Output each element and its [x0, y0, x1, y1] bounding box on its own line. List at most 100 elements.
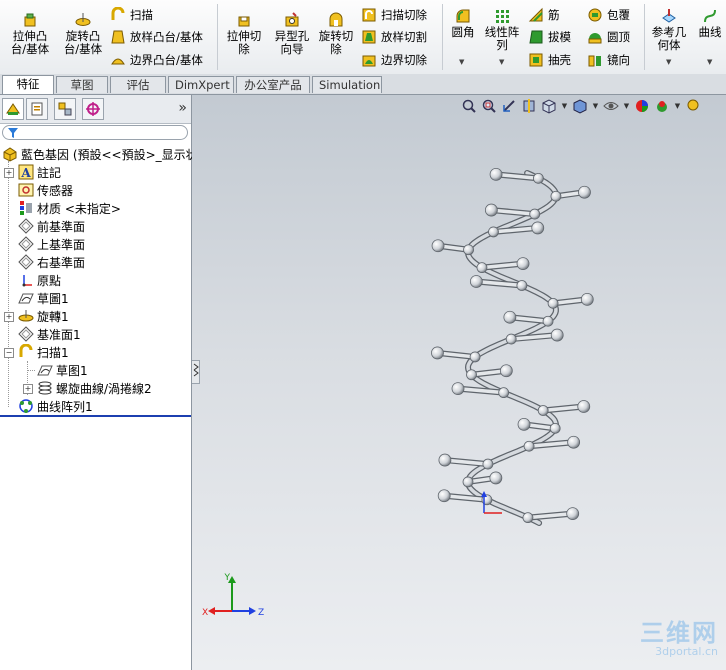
sweep-button[interactable]: 扫描 — [110, 6, 153, 24]
sweep-label: 扫描 — [130, 8, 153, 22]
tree-item-label: 曲线阵列1 — [37, 399, 93, 414]
helix-end-ball — [550, 328, 564, 342]
helix-model-view[interactable] — [192, 95, 726, 670]
helix-node-ball — [522, 512, 534, 524]
dome-button[interactable]: 圆顶 — [587, 28, 630, 46]
tree-item-sketch1[interactable]: 草圖1 — [18, 289, 69, 307]
sweep-icon — [19, 344, 33, 357]
helix-node-ball — [532, 172, 544, 184]
graphics-area[interactable]: ▼ ▼ ▼ ▼ Y X Z 三维网 3dportal.cn — [192, 95, 726, 670]
tree-item-origin[interactable]: 原點 — [18, 271, 61, 289]
helix-node-ball — [498, 387, 510, 399]
reference-triad[interactable]: Y X Z — [202, 573, 272, 633]
chevron-down-icon[interactable]: ▼ — [499, 58, 504, 66]
mirror-button[interactable]: 镜向 — [587, 51, 630, 69]
lofted-cut-label: 放样切割 — [381, 30, 427, 44]
boundary-cut-icon — [362, 55, 376, 67]
extrude-boss-icon — [24, 13, 36, 27]
helix-node-ball — [537, 405, 549, 416]
helix-node-ball — [505, 333, 517, 345]
plane-icon — [18, 218, 34, 234]
wrap-button[interactable]: 包覆 — [587, 6, 630, 24]
helix-end-ball — [431, 239, 445, 253]
tab-dimxpert-manager[interactable] — [82, 98, 104, 120]
tree-item-curve-pattern1[interactable]: 曲线阵列1 — [18, 397, 93, 415]
plane-icon — [18, 236, 34, 252]
expand-panel-button[interactable]: » — [178, 100, 187, 116]
tree-filter-input[interactable] — [2, 125, 188, 140]
tab-dimxpert[interactable]: DimXpert — [168, 76, 234, 93]
tree-item-front-plane[interactable]: 前基準面 — [18, 217, 85, 235]
triad-z-arrow — [249, 607, 256, 615]
helix-end-ball — [516, 257, 530, 271]
hole-wizard-button[interactable]: 异型孔 向导 — [270, 12, 314, 56]
swept-cut-label: 扫描切除 — [381, 8, 427, 22]
linear-pattern-button[interactable]: 线性阵 列 — [482, 8, 522, 52]
tree-item-top-plane[interactable]: 上基準面 — [18, 235, 85, 253]
boundary-cut-button[interactable]: 边界切除 — [361, 51, 427, 69]
helix-node-ball — [547, 297, 559, 309]
tree-item-right-plane[interactable]: 右基準面 — [18, 253, 85, 271]
loft-label: 放样凸台/基体 — [130, 30, 203, 44]
tab-configuration-manager[interactable] — [54, 98, 76, 120]
swept-cut-button[interactable]: 扫描切除 — [361, 6, 427, 24]
swept-cut-icon — [362, 8, 376, 22]
tree-item-plane1[interactable]: 基准面1 — [18, 325, 81, 343]
tab-evaluate[interactable]: 评估 — [110, 76, 166, 93]
draft-button[interactable]: 拔模 — [528, 28, 571, 46]
tree-expand-toggle[interactable]: + — [4, 168, 14, 178]
tab-features[interactable]: 特征 — [2, 75, 54, 94]
triad-y-label: Y — [224, 573, 231, 583]
tree-expand-toggle[interactable]: + — [4, 312, 14, 322]
dome-icon — [588, 33, 602, 44]
boundary-boss-button[interactable]: 边界凸台/基体 — [110, 51, 203, 69]
tree-item-label: 材质 <未指定> — [37, 201, 121, 216]
property-icon — [31, 102, 43, 116]
revolve-icon — [18, 310, 34, 322]
wrap-icon — [588, 8, 602, 22]
tree-item-label: 传感器 — [37, 183, 74, 198]
tab-feature-manager[interactable] — [2, 98, 24, 120]
fillet-button[interactable]: 圆角 — [446, 8, 480, 39]
tree-item-label: 原點 — [37, 273, 62, 288]
chevron-down-icon[interactable]: ▼ — [459, 58, 464, 66]
tab-office-products[interactable]: 办公室产品 — [236, 76, 310, 93]
lofted-cut-button[interactable]: 放样切割 — [361, 28, 427, 46]
chevron-down-icon[interactable]: ▼ — [707, 58, 712, 66]
rib-button[interactable]: 筋 — [528, 6, 560, 24]
helix-node-ball — [549, 422, 561, 434]
curves-button[interactable]: 曲线 — [694, 8, 726, 39]
tree-item-sweep1[interactable]: 扫描1 — [18, 343, 69, 361]
tree-item-helix2[interactable]: 螺旋曲線/渦捲線2 — [37, 379, 152, 397]
reference-geometry-icon — [662, 9, 676, 23]
curves-icon — [704, 9, 716, 23]
helix-end-ball — [489, 471, 503, 485]
extrude-boss-button[interactable]: 拉伸凸 台/基体 — [8, 12, 52, 56]
tree-item-annotations[interactable]: A 註記 — [18, 163, 61, 181]
draft-label: 拔模 — [548, 30, 571, 44]
revolve-cut-button[interactable]: 旋转切 除 — [316, 12, 356, 56]
tab-property-manager[interactable] — [26, 98, 48, 120]
site-watermark: 三维网 3dportal.cn — [626, 620, 718, 660]
triad-x-label: X — [202, 608, 208, 618]
revolve-boss-button[interactable]: 旋转凸 台/基体 — [60, 12, 106, 56]
tree-root-part[interactable]: 藍色基因 (預設<<預設>_显示状 — [2, 145, 198, 163]
tree-expand-toggle[interactable]: + — [23, 384, 33, 394]
rollback-bar[interactable] — [0, 415, 191, 417]
tree-collapse-toggle[interactable]: − — [4, 348, 14, 358]
chevron-down-icon[interactable]: ▼ — [666, 58, 671, 66]
tree-item-material[interactable]: 材质 <未指定> — [18, 199, 121, 217]
loft-button[interactable]: 放样凸台/基体 — [110, 28, 203, 46]
feature-tree-icon — [6, 103, 20, 115]
revolve-boss-label: 旋转凸 台/基体 — [63, 29, 103, 56]
tree-item-revolve1[interactable]: 旋轉1 — [18, 307, 69, 325]
tree-item-sensors[interactable]: 传感器 — [18, 181, 73, 199]
helix-end-ball — [517, 417, 531, 431]
shell-button[interactable]: 抽壳 — [528, 51, 571, 69]
reference-geometry-button[interactable]: 参考几 何体 — [648, 8, 690, 52]
helix-node-ball — [462, 476, 474, 488]
extrude-cut-button[interactable]: 拉伸切 除 — [222, 12, 266, 56]
tab-sketch[interactable]: 草图 — [56, 76, 108, 93]
tab-simulation[interactable]: Simulation — [312, 76, 382, 93]
tree-item-sweep-sketch1[interactable]: 草图1 — [37, 361, 88, 379]
